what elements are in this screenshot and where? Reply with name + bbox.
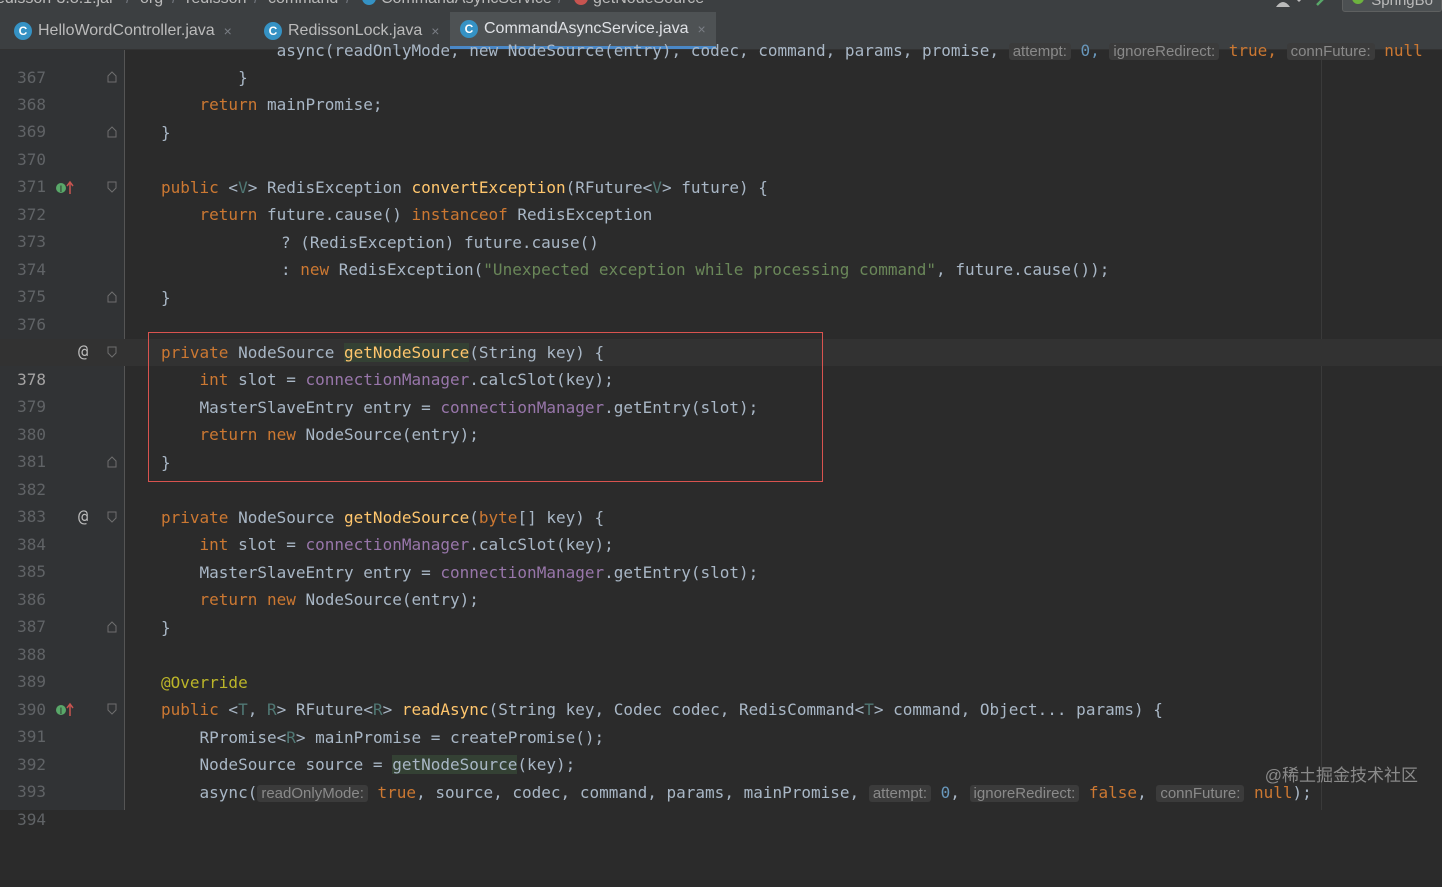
code-line[interactable]: 372 I public <V> RedisException convertE… [0, 174, 1442, 224]
parameter-hint: ignoreRedirect: [969, 785, 1080, 802]
breadcrumb-separator: / [126, 0, 130, 8]
parameter-hint: readOnlyMode: [257, 785, 368, 802]
override-marker-icon[interactable]: @ [78, 339, 88, 366]
close-icon[interactable]: × [698, 21, 706, 37]
code-text: } [161, 68, 248, 87]
code-line[interactable]: 386 MasterSlaveEntry entry = connectionM… [0, 559, 1442, 609]
code-line[interactable]: 375 : new RedisException("Unexpected exc… [0, 256, 1442, 306]
code-line[interactable]: 382 } [0, 449, 1442, 499]
fold-start-icon[interactable] [107, 181, 117, 193]
breadcrumb-redisson[interactable]: redisson [186, 0, 246, 8]
breadcrumb-separator: / [558, 0, 562, 8]
breadcrumb-separator: / [254, 0, 258, 8]
code-line[interactable]: 384 @ private NodeSource getNodeSource(b… [0, 504, 1442, 554]
code-text: ? (RedisException) future.cause() [281, 233, 599, 252]
spring-boot-icon [1351, 0, 1365, 9]
fold-end-icon[interactable] [107, 621, 117, 633]
code-line[interactable]: 393 NodeSource source = getNodeSource(ke… [0, 751, 1442, 801]
fold-end-icon[interactable] [107, 71, 117, 83]
code-text: return mainPromise; [199, 95, 383, 114]
code-text: async(readOnlyMode, new NodeSource(entry… [161, 41, 1423, 60]
code-line[interactable]: 380 MasterSlaveEntry entry = connectionM… [0, 394, 1442, 444]
code-line[interactable]: 374 ? (RedisException) future.cause() [0, 229, 1442, 279]
code-line[interactable]: 389 [0, 641, 1442, 691]
code-text: private NodeSource getNodeSource(byte[] … [161, 508, 605, 527]
class-icon [362, 0, 376, 5]
code-text: MasterSlaveEntry entry = connectionManag… [199, 563, 759, 582]
code-text: MasterSlaveEntry entry = connectionManag… [199, 398, 759, 417]
code-text: NodeSource source = getNodeSource(key); [199, 755, 576, 774]
code-line[interactable]: 394 async(readOnlyMode: true, source, co… [0, 779, 1442, 829]
code-line[interactable]: 388 } [0, 614, 1442, 664]
code-text: } [161, 453, 171, 472]
code-line[interactable]: 369 return mainPromise; [0, 91, 1442, 141]
parameter-hint: connFuture: [1156, 785, 1245, 802]
breadcrumb-command[interactable]: command [268, 0, 338, 8]
code-text: : new RedisException("Unexpected excepti… [281, 260, 1110, 279]
user-icon[interactable] [1274, 0, 1304, 11]
method-icon [574, 0, 588, 5]
code-line[interactable]: 367 async(readOnlyMode, new NodeSource(e… [0, 37, 1442, 87]
svg-text:I: I [60, 185, 63, 195]
code-line[interactable]: 376 } [0, 284, 1442, 334]
code-text: } [161, 618, 171, 637]
fold-end-icon[interactable] [107, 291, 117, 303]
run-configuration-select[interactable]: SpringBo [1342, 0, 1442, 12]
fold-end-icon[interactable] [107, 456, 117, 468]
code-line[interactable]: 368 } [0, 64, 1442, 114]
code-line[interactable]: 387 return new NodeSource(entry); [0, 586, 1442, 636]
line-number: 394 [17, 810, 46, 829]
svg-text:I: I [60, 707, 63, 717]
code-text: return new NodeSource(entry); [199, 425, 479, 444]
code-line[interactable]: 379 int slot = connectionManager.calcSlo… [0, 366, 1442, 416]
breadcrumb-class[interactable]: CommandAsyncService [362, 0, 552, 8]
fold-start-icon[interactable] [107, 703, 117, 715]
code-editor[interactable]: 367 async(readOnlyMode, new NodeSource(e… [0, 41, 1442, 829]
class-icon: C [460, 20, 478, 38]
override-marker-icon[interactable]: @ [78, 504, 88, 531]
fold-start-icon[interactable] [107, 511, 117, 523]
code-line[interactable]: 391 I public <T, R> RFuture<R> readAsync… [0, 696, 1442, 746]
code-line-current[interactable]: 378 @ private NodeSource getNodeSource(S… [0, 339, 1442, 389]
code-text: @Override [161, 673, 248, 692]
build-hammer-icon[interactable] [1314, 0, 1332, 11]
breadcrumb-method[interactable]: getNodeSource [574, 0, 704, 8]
breadcrumb-org[interactable]: org [140, 0, 163, 8]
code-text: RPromise<R> mainPromise = createPromise(… [199, 728, 605, 747]
code-text: } [161, 123, 171, 142]
code-text: } [161, 288, 171, 307]
code-text: private NodeSource getNodeSource(String … [161, 343, 605, 362]
code-text: int slot = connectionManager.calcSlot(ke… [199, 370, 614, 389]
code-line[interactable]: 385 int slot = connectionManager.calcSlo… [0, 531, 1442, 581]
code-line[interactable]: 371 [0, 146, 1442, 196]
toolbar-right: SpringBo [1274, 0, 1442, 12]
parameter-hint: ignoreRedirect: [1109, 43, 1220, 60]
breadcrumb-separator: / [172, 0, 176, 8]
breadcrumb: edisson-3.8.1.jar / org / redisson / com… [0, 0, 1442, 12]
parameter-hint: attempt: [1008, 43, 1071, 60]
implements-method-icon[interactable]: I [55, 696, 75, 723]
code-line[interactable]: 383 [0, 476, 1442, 526]
parameter-hint: connFuture: [1286, 43, 1375, 60]
code-text: return future.cause() instanceof RedisEx… [199, 205, 653, 224]
code-line[interactable]: 390 @Override [0, 669, 1442, 719]
fold-end-icon[interactable] [107, 126, 117, 138]
code-line[interactable]: 381 return new NodeSource(entry); [0, 421, 1442, 471]
code-line[interactable]: 377 [0, 311, 1442, 361]
implements-method-icon[interactable]: I [55, 174, 75, 201]
watermark: @稀土掘金技术社区 [1264, 766, 1418, 785]
fold-start-icon[interactable] [107, 346, 117, 358]
code-text: public <T, R> RFuture<R> readAsync(Strin… [161, 700, 1163, 719]
code-text: public <V> RedisException convertExcepti… [161, 178, 768, 197]
code-text: return new NodeSource(entry); [199, 590, 479, 609]
code-text: async(readOnlyMode: true, source, codec,… [199, 783, 1312, 802]
code-line[interactable]: 373 return future.cause() instanceof Red… [0, 201, 1442, 251]
code-text: int slot = connectionManager.calcSlot(ke… [199, 535, 614, 554]
code-line[interactable]: 370 } [0, 119, 1442, 169]
code-line[interactable]: 392 RPromise<R> mainPromise = createProm… [0, 724, 1442, 774]
breadcrumb-separator: / [346, 0, 350, 8]
parameter-hint: attempt: [868, 785, 932, 802]
breadcrumb-jar[interactable]: edisson-3.8.1.jar [0, 0, 114, 8]
